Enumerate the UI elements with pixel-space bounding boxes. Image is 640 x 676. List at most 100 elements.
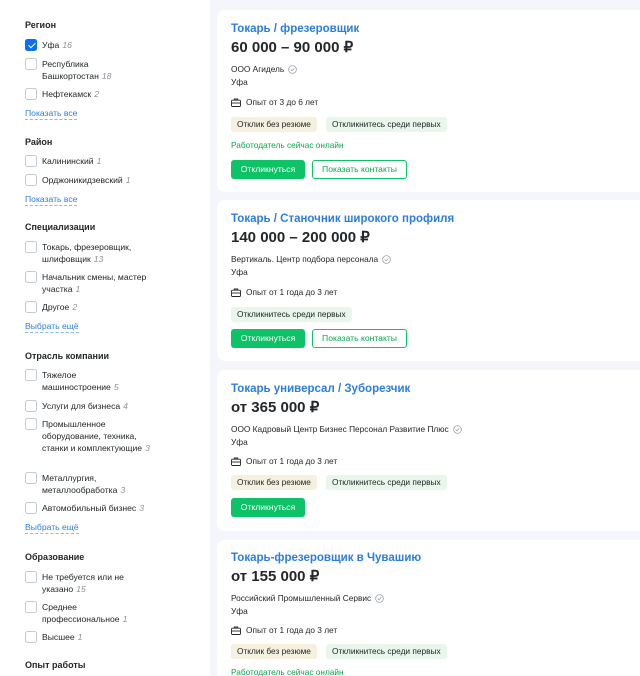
vacancy-company[interactable]: Российский Промышленный Сервис bbox=[231, 593, 384, 603]
option-label: Услуги для бизнеса bbox=[42, 401, 121, 411]
employer-online-status: Работодатель сейчас онлайн bbox=[231, 140, 344, 150]
vacancy-title-link[interactable]: Токарь универсал / Зуборезчик bbox=[231, 383, 410, 395]
tag-respond-first: Откликнитесь среди первых bbox=[326, 644, 447, 659]
vacancy-card: Токарь-фрезеровщик в Чувашию от 155 000 … bbox=[217, 540, 640, 676]
option-label: Среднее профессиональное bbox=[42, 602, 120, 624]
briefcase-icon bbox=[231, 457, 241, 466]
vacancy-salary: от 155 000 ₽ bbox=[231, 568, 320, 585]
checkbox[interactable] bbox=[25, 400, 37, 412]
checkbox[interactable] bbox=[25, 369, 37, 381]
option-count: 3 bbox=[139, 503, 145, 513]
verified-check-icon bbox=[375, 593, 384, 603]
vacancy-company[interactable]: ООО Кадровый Центр Бизнес Персонал Разви… bbox=[231, 424, 462, 434]
tag-respond-first: Откликнитесь среди первых bbox=[231, 307, 352, 322]
vacancy-salary: от 365 000 ₽ bbox=[231, 399, 320, 416]
option-count: 5 bbox=[113, 382, 119, 392]
show-contacts-button[interactable]: Показать контакты bbox=[312, 160, 407, 179]
option-label: Другое bbox=[42, 302, 70, 312]
checkbox[interactable] bbox=[25, 601, 37, 613]
experience-text: Опыт от 3 до 6 лет bbox=[246, 97, 319, 107]
more-industries-link[interactable]: Выбрать ещё bbox=[25, 522, 79, 534]
option-count: 15 bbox=[76, 584, 86, 594]
filter-education-title: Образование bbox=[25, 552, 85, 562]
checkbox[interactable] bbox=[25, 174, 37, 186]
vacancy-card: Токарь / фрезеровщик 60 000 – 90 000 ₽ О… bbox=[217, 10, 640, 192]
filter-specialization-title: Специализации bbox=[25, 222, 96, 232]
checkbox[interactable] bbox=[25, 155, 37, 167]
option-label: Металлургия, металлообработка bbox=[42, 473, 118, 495]
show-contacts-button[interactable]: Показать контакты bbox=[312, 329, 407, 348]
vacancy-city: Уфа bbox=[231, 606, 248, 616]
verified-check-icon bbox=[382, 254, 391, 264]
option-label: Автомобильный бизнес bbox=[42, 503, 137, 513]
checkbox[interactable] bbox=[25, 58, 37, 70]
tag-no-resume: Отклик без резюме bbox=[231, 475, 317, 490]
vacancy-card: Токарь / Станочник широкого профиля 140 … bbox=[217, 200, 640, 361]
vacancy-experience: Опыт от 1 года до 3 лет bbox=[231, 456, 337, 466]
vacancy-title-link[interactable]: Токарь / Станочник широкого профиля bbox=[231, 213, 454, 225]
show-all-regions-link[interactable]: Показать все bbox=[25, 108, 78, 120]
vacancy-card: Токарь универсал / Зуборезчик от 365 000… bbox=[217, 370, 640, 531]
checkbox[interactable] bbox=[25, 301, 37, 313]
apply-button[interactable]: Откликнуться bbox=[231, 498, 305, 517]
checkbox[interactable] bbox=[25, 88, 37, 100]
checkbox[interactable] bbox=[25, 502, 37, 514]
more-specializations-link[interactable]: Выбрать ещё bbox=[25, 321, 79, 333]
experience-text: Опыт от 1 года до 3 лет bbox=[246, 456, 338, 466]
filter-district-title: Район bbox=[25, 137, 53, 147]
vacancy-city: Уфа bbox=[231, 437, 248, 447]
company-name[interactable]: Российский Промышленный Сервис bbox=[231, 593, 371, 603]
vacancy-experience: Опыт от 3 до 6 лет bbox=[231, 97, 318, 107]
option-label: Токарь, фрезеровщик, шлифовщик bbox=[42, 242, 132, 264]
tag-no-resume: Отклик без резюме bbox=[231, 644, 317, 659]
option-count: 1 bbox=[96, 156, 102, 166]
vacancy-title-link[interactable]: Токарь / фрезеровщик bbox=[231, 23, 359, 35]
checkbox[interactable] bbox=[25, 631, 37, 643]
briefcase-icon bbox=[231, 288, 241, 297]
vacancy-company[interactable]: Вертикаль. Центр подбора персонала bbox=[231, 254, 391, 264]
employer-online-status: Работодатель сейчас онлайн bbox=[231, 667, 344, 676]
option-label: Начальник смены, мастер участка bbox=[42, 272, 147, 294]
vacancy-city: Уфа bbox=[231, 267, 248, 277]
option-count: 2 bbox=[72, 302, 78, 312]
briefcase-icon bbox=[231, 626, 241, 635]
verified-check-icon bbox=[452, 424, 462, 434]
verified-check-icon bbox=[288, 64, 297, 74]
option-count: 16 bbox=[62, 40, 72, 50]
option-label: Тяжелое машиностроение bbox=[42, 370, 111, 392]
option-count: 3 bbox=[145, 443, 150, 453]
vacancy-company[interactable]: ООО Агидель bbox=[231, 64, 297, 74]
checkbox[interactable] bbox=[25, 241, 37, 253]
option-count: 1 bbox=[77, 632, 83, 642]
filters-sidebar: Регион Уфа 16 Республика Башкортостан 18 Н… bbox=[0, 0, 210, 676]
tag-no-resume: Отклик без резюме bbox=[231, 117, 317, 132]
company-name[interactable]: ООО Агидель bbox=[231, 64, 284, 74]
vacancy-title-link[interactable]: Токарь-фрезеровщик в Чувашию bbox=[231, 552, 421, 564]
option-count: 1 bbox=[122, 614, 128, 624]
option-count: 1 bbox=[125, 175, 131, 185]
company-name[interactable]: ООО Кадровый Центр Бизнес Персонал Разви… bbox=[231, 424, 449, 434]
option-count: 3 bbox=[120, 485, 126, 495]
briefcase-icon bbox=[231, 98, 241, 107]
checkbox[interactable] bbox=[25, 571, 37, 583]
show-all-districts-link[interactable]: Показать все bbox=[25, 194, 78, 206]
option-count: 13 bbox=[93, 254, 104, 264]
checkbox[interactable] bbox=[25, 271, 37, 283]
company-name[interactable]: Вертикаль. Центр подбора персонала bbox=[231, 254, 378, 264]
apply-button[interactable]: Откликнуться bbox=[231, 329, 305, 348]
option-label: Республика Башкортостан bbox=[42, 59, 99, 81]
checkbox-checked[interactable] bbox=[25, 39, 37, 51]
vacancy-salary: 60 000 – 90 000 ₽ bbox=[231, 39, 354, 56]
option-count: 1 bbox=[75, 284, 81, 294]
apply-button[interactable]: Откликнуться bbox=[231, 160, 305, 179]
option-label: Уфа bbox=[42, 40, 60, 50]
option-label: Калининский bbox=[42, 156, 94, 166]
option-label: Нефтекамск bbox=[42, 89, 92, 99]
checkbox[interactable] bbox=[25, 418, 37, 430]
vacancy-experience: Опыт от 1 года до 3 лет bbox=[231, 287, 337, 297]
filter-region-title: Регион bbox=[25, 20, 56, 30]
option-label: Высшее bbox=[42, 632, 75, 642]
option-count: 4 bbox=[123, 401, 128, 411]
checkbox[interactable] bbox=[25, 472, 37, 484]
experience-text: Опыт от 1 года до 3 лет bbox=[246, 287, 338, 297]
